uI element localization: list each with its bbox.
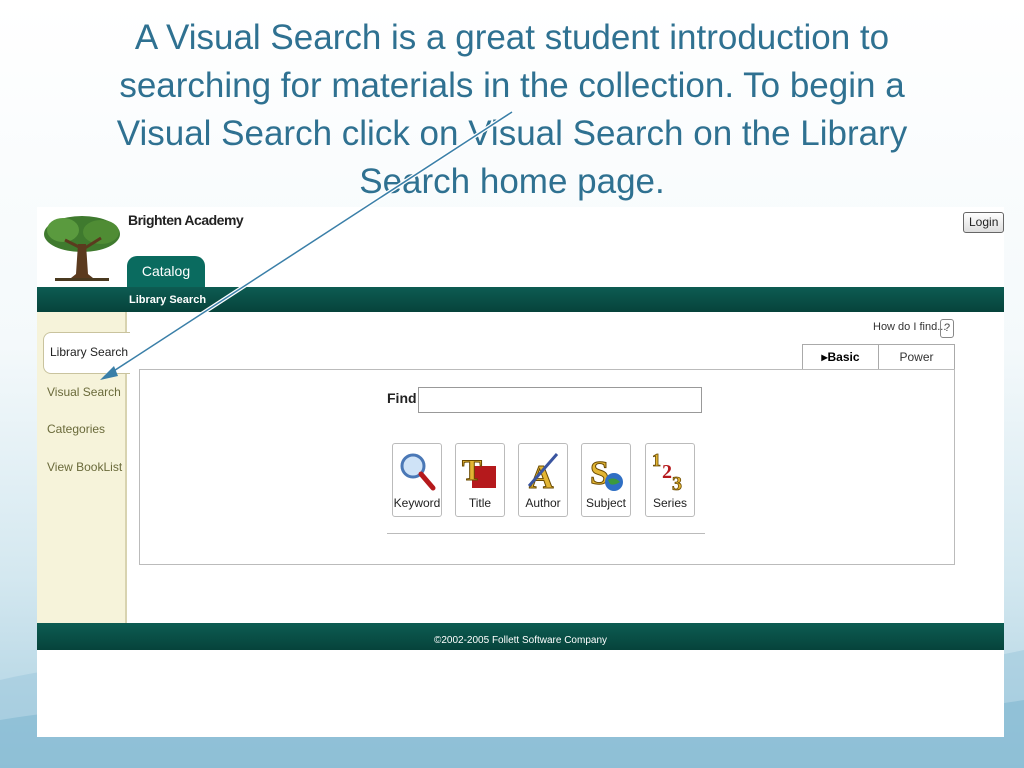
series-numbers-icon: 1 2 3 — [652, 450, 683, 494]
tab-catalog[interactable]: Catalog — [127, 256, 205, 288]
school-name: Brighten Academy — [128, 212, 244, 228]
keyword-button[interactable]: Keyword — [392, 443, 442, 517]
sidebar-item-library-search[interactable]: Library Search — [43, 332, 130, 374]
subject-label: Subject — [585, 496, 627, 510]
help-link[interactable]: How do I find... — [873, 321, 946, 333]
login-button[interactable]: Login — [963, 212, 1004, 233]
keyword-label: Keyword — [393, 496, 441, 510]
caption-line-1: A Visual Search is a great student intro… — [134, 18, 890, 57]
library-screenshot: Brighten Academy Login Catalog Library S… — [37, 207, 1004, 737]
tab-basic-label: Basic — [827, 350, 860, 364]
sidebar: Library Search Visual Search Categories … — [37, 312, 130, 623]
series-button[interactable]: 1 2 3 Series — [645, 443, 695, 517]
title-label: Title — [468, 496, 492, 510]
author-quill-icon: A — [527, 453, 559, 494]
caption-line-3: Visual Search click on Visual Search on … — [116, 114, 908, 153]
sidebar-item-visual-search[interactable]: Visual Search — [47, 385, 121, 399]
sidebar-item-label: Library Search — [50, 345, 129, 359]
magnifier-icon — [400, 453, 436, 491]
copyright-text: ©2002-2005 Follett Software Company — [433, 635, 608, 646]
svg-text:2: 2 — [662, 461, 672, 483]
divider — [387, 533, 705, 534]
subject-globe-icon: S — [590, 455, 623, 493]
series-label: Series — [652, 496, 687, 510]
footer-bar: ©2002-2005 Follett Software Company — [37, 623, 1004, 650]
svg-text:T: T — [462, 454, 482, 487]
find-input[interactable] — [418, 387, 702, 413]
sidebar-item-categories[interactable]: Categories — [47, 422, 105, 436]
svg-text:1: 1 — [652, 450, 661, 470]
slide-caption: A Visual Search is a great student intro… — [40, 14, 984, 206]
find-label: Find — [387, 390, 417, 406]
caption-line-2: searching for materials in the collectio… — [119, 66, 905, 105]
subnav-library-search[interactable]: Library Search — [129, 294, 206, 306]
tab-power[interactable]: Power — [878, 344, 955, 369]
sidebar-item-view-booklist[interactable]: View BookList — [47, 460, 122, 474]
title-button[interactable]: T Title — [455, 443, 505, 517]
svg-text:3: 3 — [672, 473, 682, 494]
subject-button[interactable]: S Subject — [581, 443, 631, 517]
svg-text:A: A — [529, 459, 554, 494]
svg-text:S: S — [590, 455, 609, 492]
tree-logo-icon — [41, 210, 123, 286]
author-button[interactable]: A Author — [518, 443, 568, 517]
caption-line-4: Search home page. — [359, 162, 665, 201]
title-book-icon: T — [462, 454, 496, 488]
author-label: Author — [525, 496, 561, 510]
help-icon[interactable]: ? — [940, 319, 954, 338]
tab-basic[interactable]: ▸Basic — [802, 344, 879, 369]
